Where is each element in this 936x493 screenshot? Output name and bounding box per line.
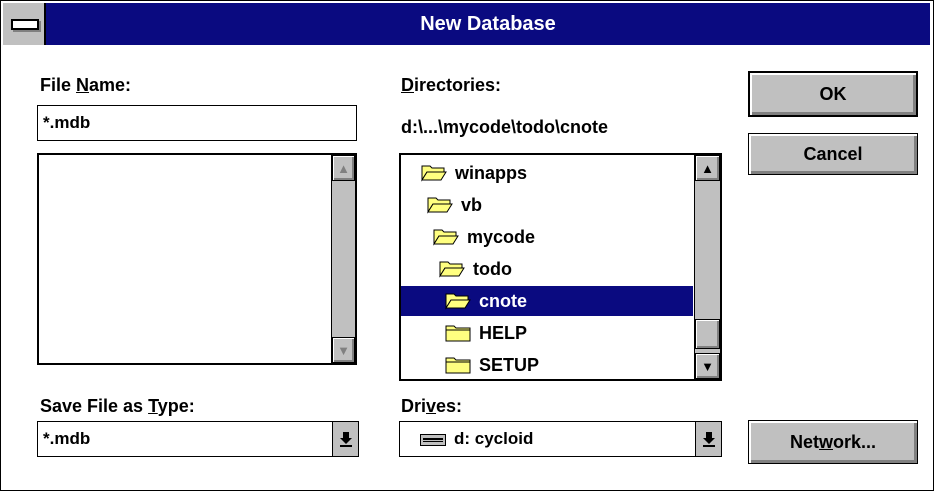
directory-item-label: cnote [479,291,528,311]
directory-item-label: vb [461,195,483,215]
scroll-down-arrow-icon[interactable]: ▼ [695,353,720,379]
open-folder-icon [433,229,459,246]
current-directory-path: d:\...\mycode\todo\cnote [401,117,609,137]
file-name-input[interactable]: *.mdb [37,105,357,141]
save-type-label: Save File as Type: [40,396,195,416]
open-folder-icon [439,261,465,278]
directory-list[interactable]: ▲ ▼ winapps vb mycode todo cnote HELP SETUP [399,153,722,381]
drives-combobox[interactable]: d: cycloid [399,421,722,457]
directory-item-label: winapps [455,163,528,183]
dropdown-arrow-icon[interactable] [332,422,358,456]
system-menu-button[interactable] [3,3,46,45]
save-type-combobox[interactable]: *.mdb [37,421,359,457]
open-folder-icon [421,165,447,182]
closed-folder-icon [445,357,471,374]
open-folder-icon [445,293,471,310]
directory-item[interactable]: cnote [401,286,693,316]
directory-item[interactable]: vb [427,190,482,220]
directory-item-label: SETUP [479,355,540,375]
scrollbar-thumb[interactable] [695,319,720,349]
directory-item[interactable]: mycode [433,222,535,252]
scroll-up-arrow-icon[interactable]: ▲ [332,155,355,181]
directory-item[interactable]: todo [439,254,512,284]
network-button[interactable]: Net w ork... [748,420,918,464]
save-type-value: *.mdb [43,429,91,448]
drives-label: Drives: [401,396,463,416]
directories-label: Directories: [401,75,502,95]
window-title: New Database [420,13,556,35]
ok-button[interactable]: OK [748,71,918,117]
system-menu-icon [11,19,39,30]
drive-value: d: cycloid [454,429,534,448]
cancel-button[interactable]: Cancel [748,133,918,175]
directory-item-label: mycode [467,227,536,247]
file-list[interactable]: ▲ ▼ [37,153,357,365]
open-folder-icon [427,197,453,214]
directory-item[interactable]: HELP [445,318,527,348]
directory-item[interactable]: winapps [421,158,527,188]
scroll-down-arrow-icon[interactable]: ▼ [332,337,355,363]
directory-item[interactable]: SETUP [445,350,540,379]
directory-item-label: todo [473,259,512,279]
scroll-up-arrow-icon[interactable]: ▲ [695,155,720,181]
file-name-label: File Name: [40,75,132,95]
file-list-scrollbar[interactable]: ▲ ▼ [331,155,355,363]
drive-icon [420,434,446,446]
closed-folder-icon [445,325,471,342]
dropdown-arrow-icon[interactable] [695,422,721,456]
directory-item-label: HELP [479,323,528,343]
directory-list-scrollbar[interactable]: ▲ ▼ [694,155,720,379]
